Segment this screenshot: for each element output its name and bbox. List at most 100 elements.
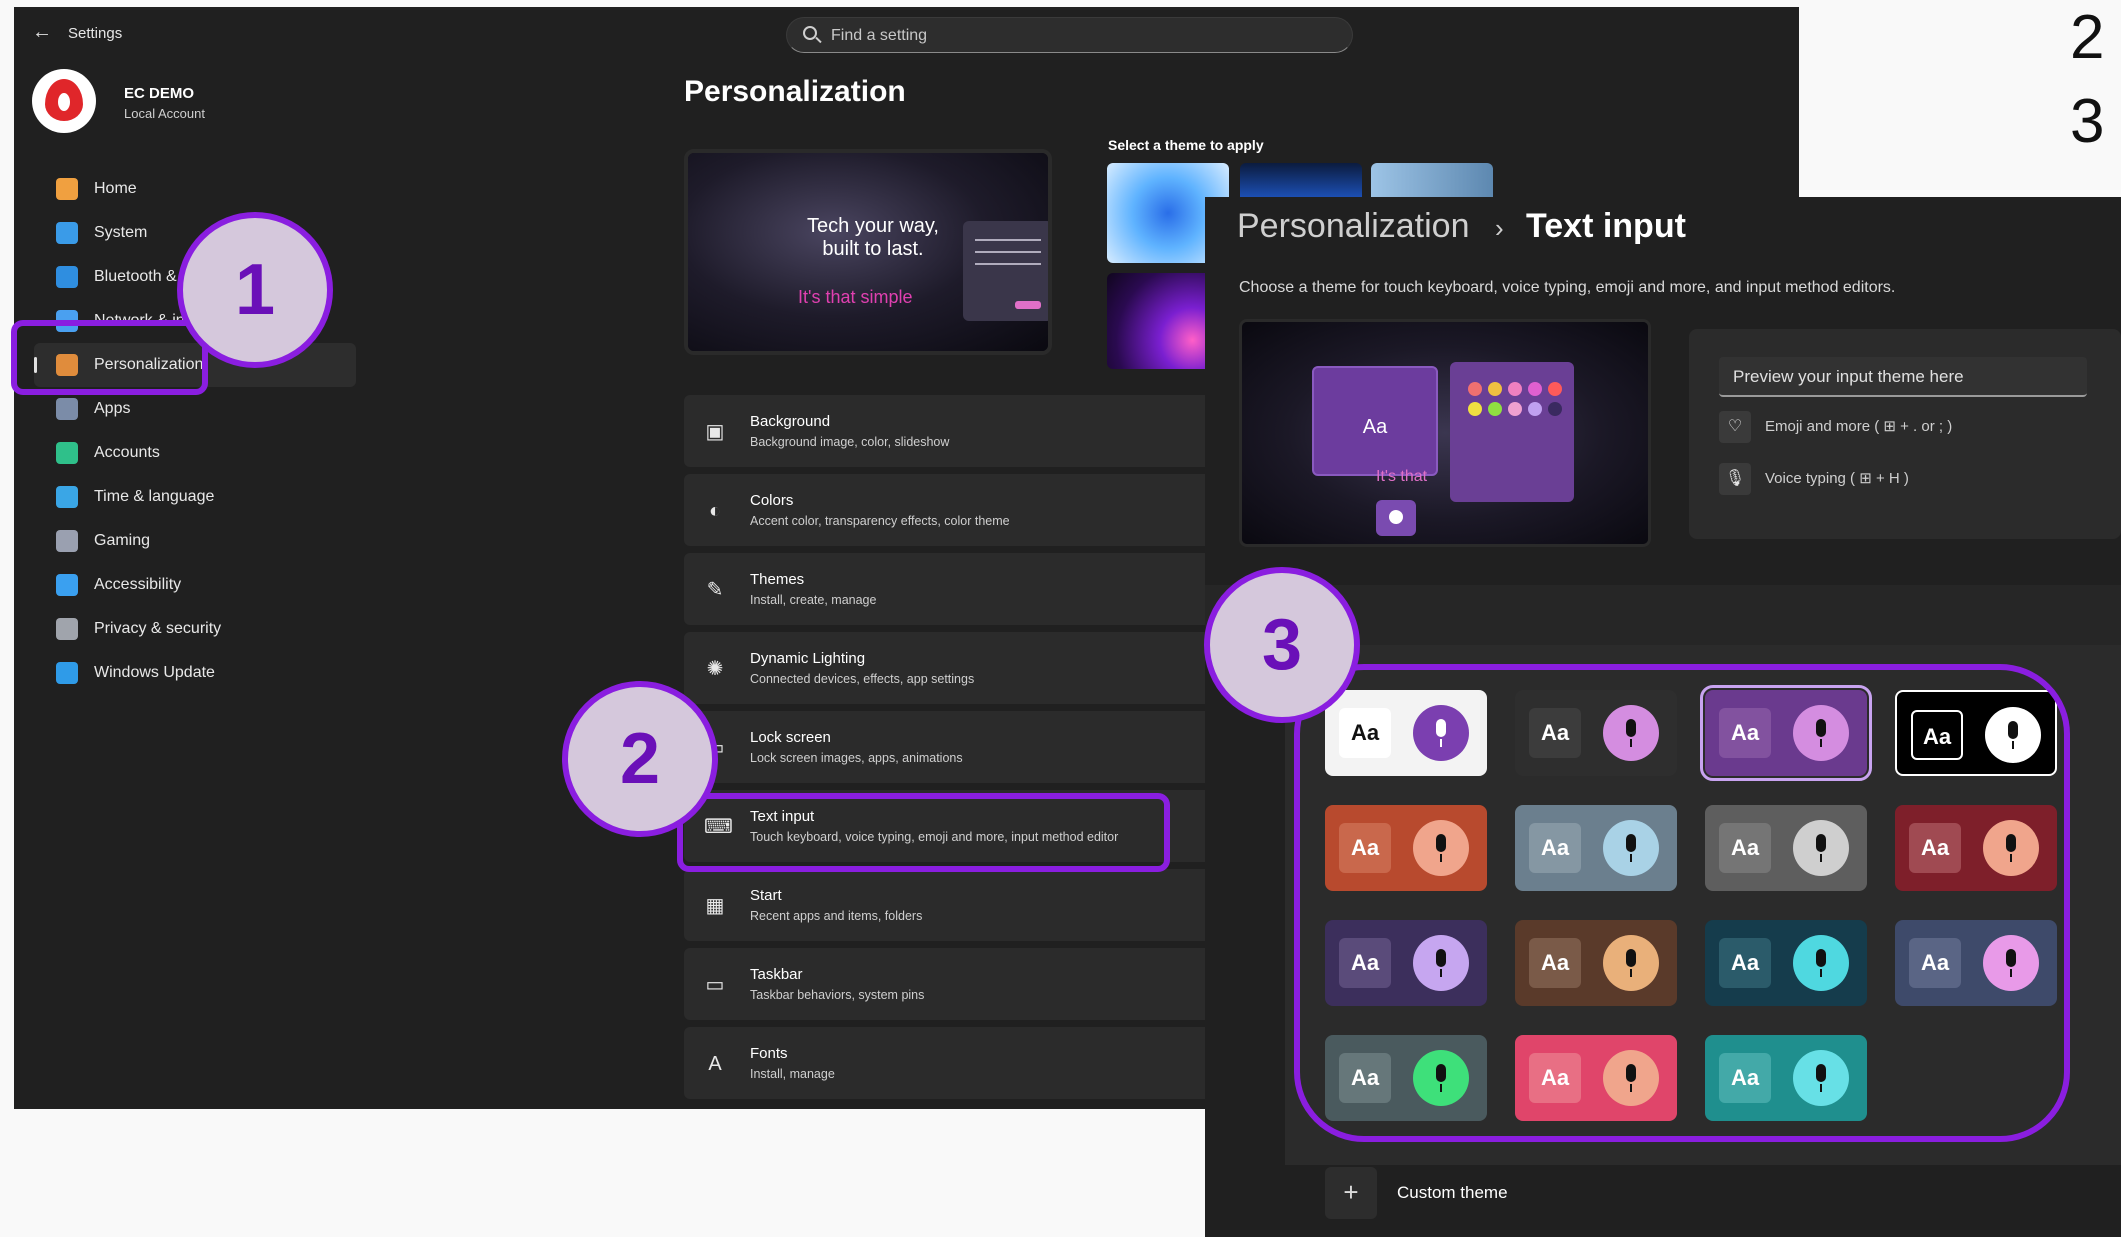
preview-input-field[interactable]: Preview your input theme here [1719,357,2087,397]
card-subtitle: Recent apps and items, folders [750,909,923,923]
search-input[interactable]: Find a setting [786,17,1353,53]
sidebar-item-label: Privacy & security [94,620,222,637]
card-subtitle: Background image, color, slideshow [750,435,950,449]
emoji-shortcut-row: ♡ Emoji and more ( ⊞ + . or ; ) [1719,411,1952,443]
card-subtitle: Install, create, manage [750,593,877,607]
preview-text: It's that [1376,468,1428,485]
plus-icon: + [1325,1167,1377,1219]
lighting-icon: ✺ [706,658,724,680]
breadcrumb-parent[interactable]: Personalization [1237,207,1469,246]
app-title: Settings [68,25,123,42]
fonts-icon: A [708,1053,722,1075]
search-icon [803,26,817,40]
palette-icon: ◐ [708,500,722,522]
card-subtitle: Accent color, transparency effects, colo… [750,514,1010,528]
start-icon: ▦ [705,895,725,917]
sidebar-item-accessibility[interactable]: Accessibility [34,563,356,607]
logo-drop-icon [45,79,83,121]
preview-headline: Tech your way, built to last. [807,215,939,260]
card-title: Fonts [750,1045,788,1062]
step-badge-1: 1 [177,212,333,368]
settings-card-colors[interactable]: ◐ Colors Accent color, transparency effect… [684,474,1221,546]
card-subtitle: Taskbar behaviors, system pins [750,988,925,1002]
sidebar-item-label: System [94,224,148,241]
sidebar-item-label: Bluetooth & d [94,268,191,285]
card-subtitle: Install, manage [750,1067,835,1081]
sidebar-item-privacy-security[interactable]: Privacy & security [34,607,356,651]
highlight-personalization [11,320,208,395]
highlight-theme-grid [1294,664,2070,1142]
custom-theme-label: Custom theme [1397,1183,1508,1202]
card-title: Colors [750,492,794,509]
search-placeholder: Find a setting [831,27,928,44]
theme-preview-image: Tech your way, built to last. It's that … [684,149,1052,355]
settings-card-taskbar[interactable]: ▭ Taskbar Taskbar behaviors, system pins [684,948,1221,1020]
update-icon [56,662,78,684]
sidebar-item-home[interactable]: Home [34,167,356,211]
taskbar-icon: ▭ [705,974,725,996]
bluetooth-icon [56,266,78,288]
profile-account-type: Local Account [124,106,205,121]
sidebar-item-gaming[interactable]: Gaming [34,519,356,563]
page-description: Choose a theme for touch keyboard, voice… [1239,279,1896,296]
sidebar-item-accounts[interactable]: Accounts [34,431,356,475]
page-title: Personalization [684,75,906,108]
sidebar-item-label: Apps [94,400,131,417]
breadcrumb-separator: › [1495,213,1504,243]
preview-tagline: It's that simple [798,287,913,307]
sidebar-item-windows-update[interactable]: Windows Update [34,651,356,695]
image-icon: ▣ [705,421,725,443]
card-subtitle: Connected devices, effects, app settings [750,672,975,686]
settings-card-dynamic-lighting[interactable]: ✺ Dynamic Lighting Connected devices, effe… [684,632,1221,704]
settings-card-lock-screen[interactable]: ▭Lock screenLock screen images, apps, an… [684,711,1221,783]
avatar [32,69,96,133]
accessibility-icon [56,574,78,596]
gamepad-icon [56,530,78,552]
card-title: Background [750,413,831,430]
system-icon [56,222,78,244]
settings-card-background[interactable]: ▣ Background Background image, color, slid… [684,395,1221,467]
personalization-cards: ▣ Background Background image, color, slid… [684,395,1221,1106]
sidebar-item-time-language[interactable]: Time & language [34,475,356,519]
sidebar-item-label: Time & language [94,488,215,505]
shield-icon [56,618,78,640]
edge-number-3: 3 [2070,87,2105,156]
sidebar-item-label: Gaming [94,532,151,549]
accounts-icon [56,442,78,464]
card-title: Taskbar [750,966,803,983]
brush-icon: ✎ [706,579,724,601]
globe-icon [56,486,78,508]
card-subtitle: Lock screen images, apps, animations [750,751,963,765]
themes-heading: Select a theme to apply [1108,137,1264,153]
sidebar-item-label: Home [94,180,137,197]
sidebar-item-label: Windows Update [94,664,215,681]
voice-typing-shortcut-row: 🎙 Voice typing ( ⊞ + H ) [1719,463,1909,495]
apps-icon [56,398,78,420]
breadcrumb-current: Text input [1526,207,1686,245]
settings-card-themes[interactable]: ✎ Themes Install, create, manage [684,553,1221,625]
highlight-text-input [677,793,1170,872]
step-badge-3: 3 [1204,567,1360,723]
microphone-icon: 🎙 [1719,463,1751,495]
step-badge-2: 2 [562,681,718,837]
emoji-icon: ♡ [1719,411,1751,443]
card-title: Dynamic Lighting [750,650,866,667]
home-icon [56,178,78,200]
preview-microphone-icon [1376,500,1416,536]
sidebar-item-label: Accounts [94,444,160,461]
composite-screenshot: ← Settings Find a setting EC DEMO Local … [0,0,2121,1237]
title-bar: ← Settings Find a setting [14,7,1799,59]
keyboard-preview-image: Aa It's that [1239,319,1651,547]
preview-window [963,221,1048,321]
sidebar-item-label: Accessibility [94,576,182,593]
back-arrow-icon[interactable]: ← [32,21,52,44]
edge-number-2: 2 [2070,3,2105,72]
card-title: Start [750,887,782,904]
settings-card-fonts[interactable]: A Fonts Install, manage [684,1027,1221,1099]
settings-card-start[interactable]: ▦ Start Recent apps and items, folders [684,869,1221,941]
preview-emoji-panel [1450,362,1574,502]
preview-key-panel: Aa [1312,366,1438,476]
profile-name: EC DEMO [124,85,195,102]
input-preview-panel: Preview your input theme here ♡ Emoji and… [1689,329,2121,539]
card-title: Lock screen [750,729,831,746]
